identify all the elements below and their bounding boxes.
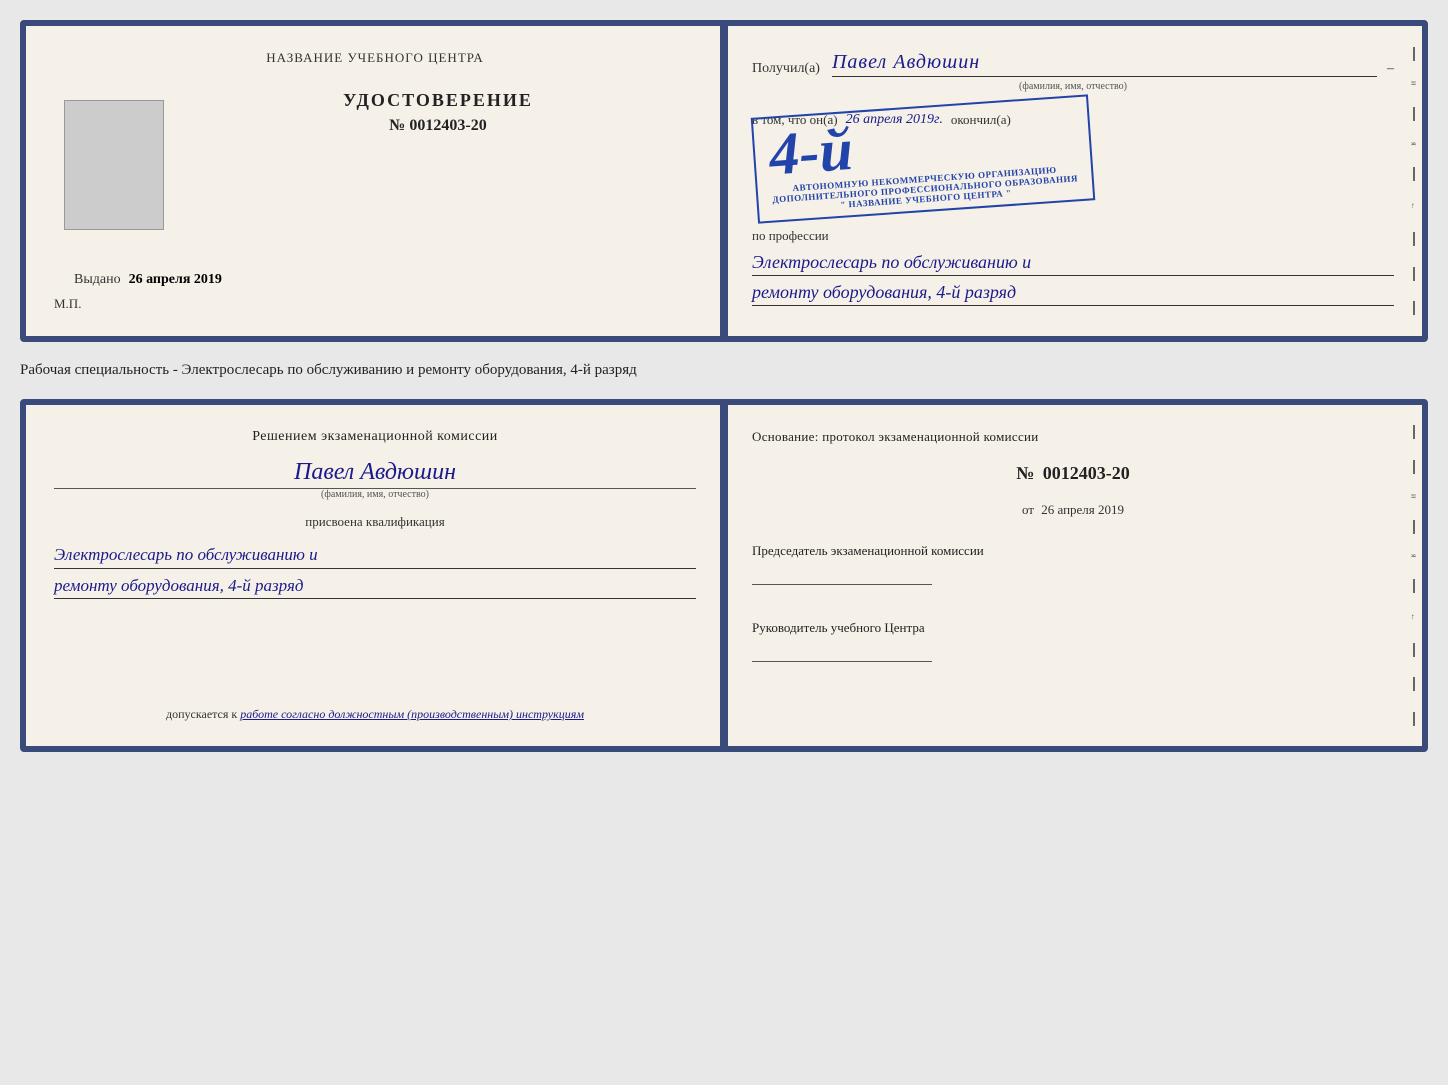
top-document: НАЗВАНИЕ УЧЕБНОГО ЦЕНТРА УДОСТОВЕРЕНИЕ №…	[20, 20, 1428, 342]
center-head-signature-line	[752, 661, 932, 662]
bottom-doc-left-page: Решением экзаменационной комиссии Павел …	[26, 405, 724, 746]
photo-placeholder	[64, 100, 164, 230]
protocol-label: №	[1016, 463, 1034, 483]
top-doc-center-info: УДОСТОВЕРЕНИЕ № 0012403-20	[180, 90, 696, 155]
chairman-section: Председатель экзаменационной комиссии	[752, 542, 1394, 585]
qualification-line2: ремонту оборудования, 4-й разряд	[54, 573, 696, 600]
recipient-name: Павел Авдюшин	[832, 50, 1377, 77]
top-doc-school-name: НАЗВАНИЕ УЧЕБНОГО ЦЕНТРА	[54, 50, 696, 66]
doc-number-label: №	[389, 117, 405, 134]
doc-number-value: 0012403-20	[409, 117, 486, 134]
recipient-section: Получил(а) Павел Авдюшин –	[752, 50, 1394, 77]
vbar-text-2: я	[1410, 142, 1419, 147]
issued-date: 26 апреля 2019	[129, 272, 222, 287]
top-doc-right-page: 4-й АВТОНОМНУЮ НЕКОММЕРЧЕСКУЮ ОРГАНИЗАЦИ…	[724, 26, 1422, 336]
recipient-label: Получил(а)	[752, 61, 820, 77]
date-value: 26 апреля 2019	[1041, 502, 1124, 517]
profession-label: по профессии	[752, 228, 1394, 244]
profession-section: по профессии Электрослесарь по обслужива…	[752, 228, 1394, 306]
bottom-vbar-text-3: ←	[1410, 613, 1419, 622]
issued-line: Выдано 26 апреля 2019	[74, 270, 696, 288]
protocol-number-line: № 0012403-20	[752, 463, 1394, 484]
stamp-overlay: 4-й АВТОНОМНУЮ НЕКОММЕРЧЕСКУЮ ОРГАНИЗАЦИ…	[751, 94, 1096, 223]
right-side-decoration: и я ←	[1406, 26, 1422, 336]
bottom-vbar-2	[1413, 460, 1415, 474]
vbar-5	[1413, 267, 1415, 281]
between-label: Рабочая специальность - Электрослесарь п…	[20, 358, 1428, 383]
profession-value: Электрослесарь по обслуживанию и ремонту…	[752, 250, 1394, 306]
decision-title: Решением экзаменационной комиссии	[252, 429, 498, 445]
vbar-1	[1413, 47, 1415, 61]
stamp-grade: 4-й	[767, 119, 854, 185]
vbar-6	[1413, 301, 1415, 315]
mp-label: М.П.	[54, 296, 696, 312]
assigned-label: присвоена квалификация	[305, 514, 444, 530]
bottom-vbar-text-1: и	[1410, 494, 1419, 499]
bottom-person-name: Павел Авдюшин	[54, 459, 696, 489]
qualification-line1: Электрослесарь по обслуживанию и	[54, 542, 696, 569]
admission-text: работе согласно должностным (производств…	[240, 707, 584, 721]
vbar-3	[1413, 167, 1415, 181]
issued-label: Выдано	[74, 272, 121, 287]
doc-title: УДОСТОВЕРЕНИЕ	[343, 90, 533, 111]
center-head-label: Руководитель учебного Центра	[752, 619, 1394, 637]
bottom-vbar-1	[1413, 425, 1415, 439]
bottom-vbar-4	[1413, 579, 1415, 593]
vbar-text-1: и	[1410, 81, 1419, 86]
top-doc-left-page: НАЗВАНИЕ УЧЕБНОГО ЦЕНТРА УДОСТОВЕРЕНИЕ №…	[26, 26, 724, 336]
dash: –	[1387, 61, 1394, 77]
bottom-vbar-5	[1413, 643, 1415, 657]
bottom-person-section: Павел Авдюшин (фамилия, имя, отчество)	[54, 459, 696, 500]
basis-label: Основание: протокол экзаменационной коми…	[752, 429, 1394, 445]
center-head-section: Руководитель учебного Центра	[752, 619, 1394, 662]
bottom-right-side-decoration: и я ←	[1406, 405, 1422, 746]
bottom-vbar-6	[1413, 677, 1415, 691]
admission-prefix: допускается к	[166, 707, 237, 721]
bottom-document: Решением экзаменационной комиссии Павел …	[20, 399, 1428, 752]
vbar-4	[1413, 232, 1415, 246]
bottom-vbar-7	[1413, 712, 1415, 726]
profession-line1: Электрослесарь по обслуживанию и	[752, 250, 1394, 276]
bottom-fio-hint: (фамилия, имя, отчество)	[54, 489, 696, 500]
admission-section: допускается к работе согласно должностны…	[166, 707, 584, 722]
protocol-number-value: 0012403-20	[1043, 463, 1130, 483]
bottom-qualification: Электрослесарь по обслуживанию и ремонту…	[54, 542, 696, 599]
vbar-2	[1413, 107, 1415, 121]
bottom-doc-right-page: Основание: протокол экзаменационной коми…	[724, 405, 1422, 746]
bottom-vbar-text-2: я	[1410, 554, 1419, 559]
fio-hint: (фамилия, имя, отчество)	[752, 81, 1394, 92]
profession-line2: ремонту оборудования, 4-й разряд	[752, 280, 1394, 306]
chairman-label: Председатель экзаменационной комиссии	[752, 542, 1394, 560]
doc-number: № 0012403-20	[389, 117, 486, 135]
protocol-date: от 26 апреля 2019	[752, 502, 1394, 518]
date-prefix: от	[1022, 502, 1034, 517]
chairman-signature-line	[752, 584, 932, 585]
bottom-vbar-3	[1413, 520, 1415, 534]
vbar-text-3: ←	[1410, 202, 1419, 211]
